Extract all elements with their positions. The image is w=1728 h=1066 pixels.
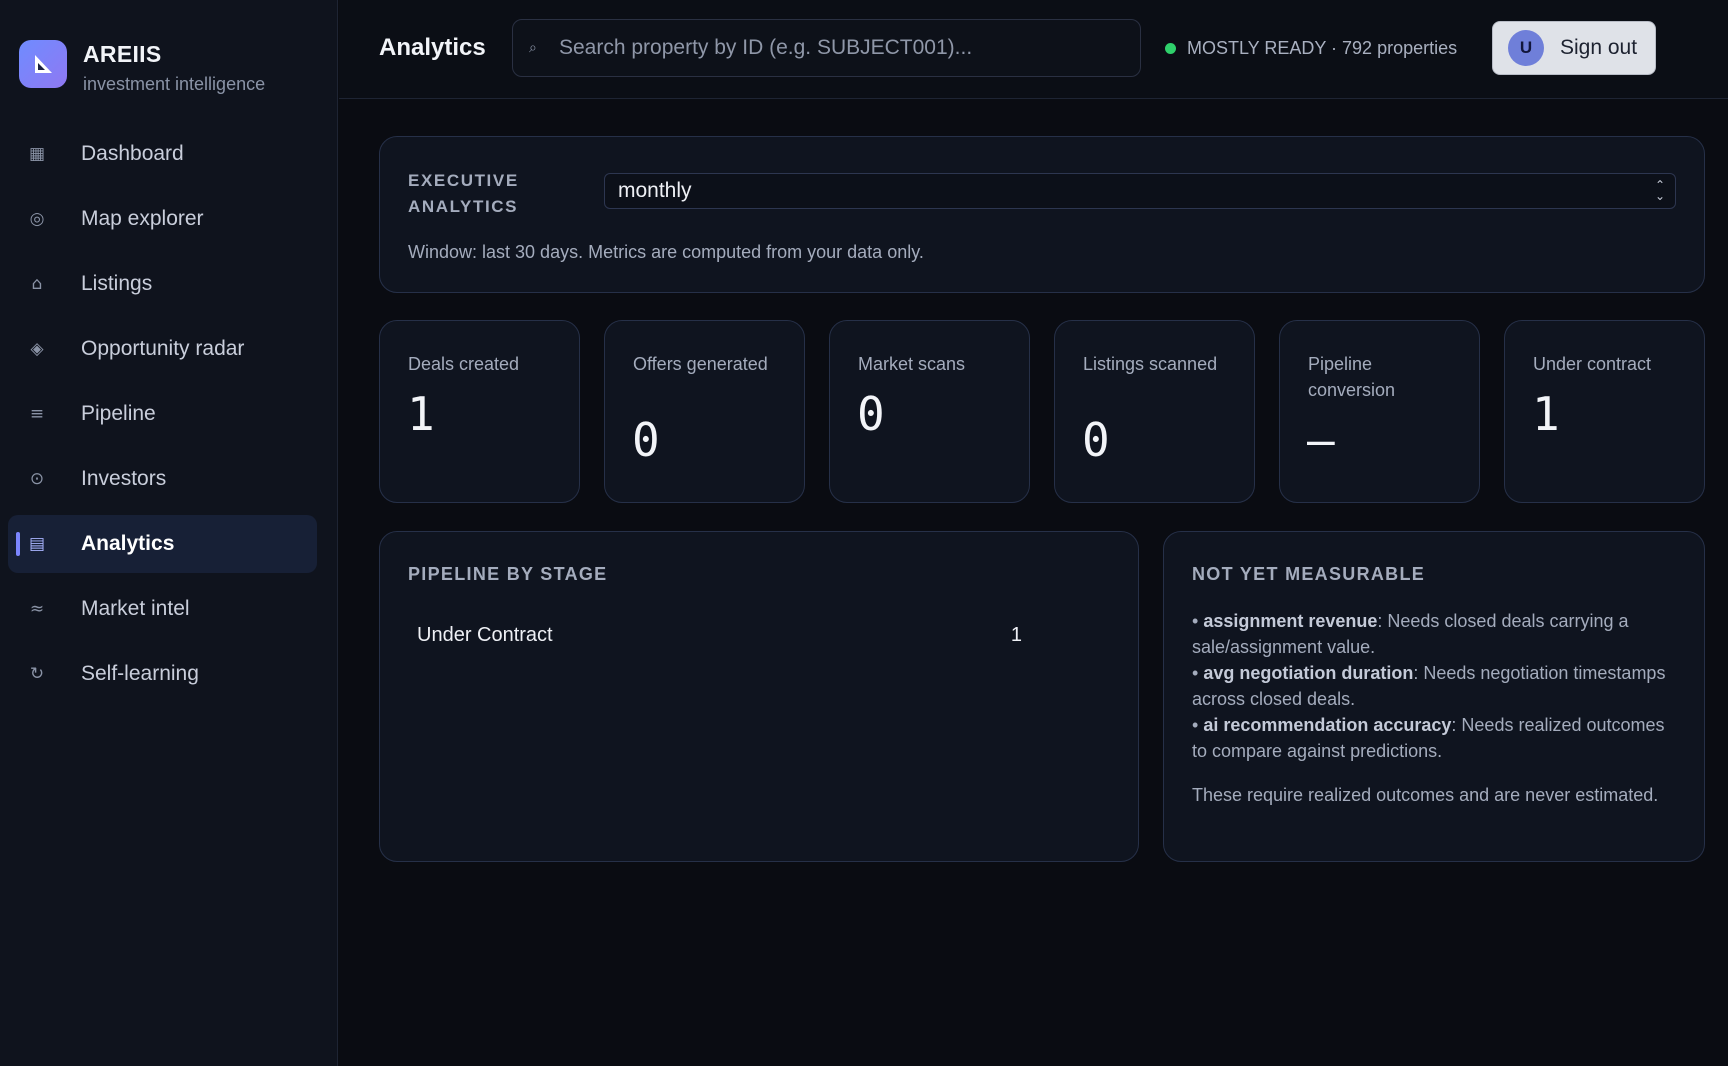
status-dot-icon xyxy=(1165,43,1176,54)
sidebar-nav: ▦ Dashboard ◎ Map explorer ⌂ Listings ◈ … xyxy=(8,125,317,710)
sidebar-item-label: Listings xyxy=(81,272,153,295)
not-yet-measurable-card: NOT YET MEASURABLE • assignment revenue:… xyxy=(1163,531,1705,862)
diamond-icon: ◈ xyxy=(30,339,44,359)
sidebar-item-investors[interactable]: ⊙ Investors xyxy=(8,450,317,508)
metric-label: Listings scanned xyxy=(1083,354,1218,374)
executive-analytics-card: EXECUTIVE ANALYTICS monthly ⌃ ⌄ Window: l… xyxy=(379,136,1705,293)
brand[interactable]: AREIIS investment intelligence xyxy=(19,40,265,95)
pipeline-by-stage-card: PIPELINE BY STAGE Under Contract 1 xyxy=(379,531,1139,862)
refresh-icon: ↻ xyxy=(29,664,45,684)
pipeline-icon: ≡ xyxy=(29,404,45,424)
analytics-icon: ▤ xyxy=(28,534,46,554)
sidebar-item-label: Market intel xyxy=(81,597,190,620)
list-item: • assignment revenue: Needs closed deals… xyxy=(1192,611,1629,657)
metric-value: 0 xyxy=(857,387,885,441)
list-item: • avg negotiation duration: Needs negoti… xyxy=(1192,663,1666,709)
status-text: MOSTLY READY · 792 properties xyxy=(1187,38,1458,58)
metric-card-listings-scanned: Listings scanned xyxy=(1054,320,1255,503)
metric-value: — xyxy=(1307,413,1335,467)
metric-value: 1 xyxy=(1532,387,1560,441)
footnote: These require realized outcomes and are … xyxy=(1192,785,1659,805)
page-title: Analytics xyxy=(379,34,486,61)
window-note: Window: last 30 days. Metrics are comput… xyxy=(408,242,924,262)
avatar: U xyxy=(1508,30,1544,66)
section-title: NOT YET MEASURABLE xyxy=(1192,564,1426,584)
measure-list: • assignment revenue: Needs closed deals… xyxy=(1192,608,1672,764)
status-indicator: MOSTLY READY · 792 properties xyxy=(1165,38,1457,59)
sidebar-item-listings[interactable]: ⌂ Listings xyxy=(8,255,317,313)
logo-icon xyxy=(19,40,67,88)
brand-tagline: investment intelligence xyxy=(83,74,266,94)
search-icon: ⌕ xyxy=(529,40,537,56)
select-arrows-icon: ⌃ ⌄ xyxy=(1654,178,1665,203)
sidebar-item-label: Investors xyxy=(81,467,167,490)
sidebar-item-dashboard[interactable]: ▦ Dashboard xyxy=(8,125,317,183)
investors-icon: ⊙ xyxy=(29,469,45,489)
stage-name: Under Contract xyxy=(417,624,553,646)
stage-row: Under Contract 1 xyxy=(417,624,1022,647)
metric-label: Market scans xyxy=(858,354,966,374)
sidebar-item-label: Pipeline xyxy=(81,402,156,425)
period-select[interactable]: monthly ⌃ ⌄ xyxy=(604,173,1676,209)
metric-label: Pipeline conversion xyxy=(1308,354,1396,400)
sign-out-button[interactable]: U Sign out xyxy=(1492,21,1656,75)
period-select-value: monthly xyxy=(618,179,692,202)
sidebar-item-market-intel[interactable]: ≈ Market intel xyxy=(8,580,317,638)
measure-name: avg negotiation duration xyxy=(1203,663,1414,683)
sidebar-item-label: Opportunity radar xyxy=(81,337,245,360)
metric-label: Offers generated xyxy=(633,354,768,374)
globe-icon: ◎ xyxy=(29,209,45,229)
sidebar-item-analytics[interactable]: ▤ Analytics xyxy=(8,515,317,573)
grid-icon: ▦ xyxy=(28,144,46,164)
metric-value: 0 xyxy=(1082,413,1110,467)
sidebar-item-label: Analytics xyxy=(81,532,175,555)
top-bar: Analytics ⌕ MOSTLY READY · 792 propertie… xyxy=(339,0,1728,99)
search-box[interactable]: ⌕ xyxy=(512,19,1141,77)
metric-card-offers-generated: Offers generated xyxy=(604,320,805,503)
sidebar: AREIIS investment intelligence ▦ Dashboa… xyxy=(0,0,338,1066)
measure-name: ai recommendation accuracy xyxy=(1203,715,1452,735)
measure-name: assignment revenue xyxy=(1203,611,1378,631)
search-input[interactable] xyxy=(559,28,1129,68)
metric-label: Under contract xyxy=(1533,354,1652,374)
sidebar-item-label: Self-learning xyxy=(81,662,199,685)
stage-count: 1 xyxy=(1010,624,1022,646)
sidebar-item-self-learning[interactable]: ↻ Self-learning xyxy=(8,645,317,703)
sign-out-label: Sign out xyxy=(1560,36,1638,59)
sidebar-item-pipeline[interactable]: ≡ Pipeline xyxy=(8,385,317,443)
sidebar-item-opportunity-radar[interactable]: ◈ Opportunity radar xyxy=(8,320,317,378)
sidebar-item-label: Map explorer xyxy=(81,207,204,230)
brand-name: AREIIS xyxy=(83,41,162,67)
sidebar-item-map-explorer[interactable]: ◎ Map explorer xyxy=(8,190,317,248)
sidebar-item-label: Dashboard xyxy=(81,142,184,165)
wave-icon: ≈ xyxy=(29,599,45,619)
metric-value: 0 xyxy=(632,413,660,467)
list-item: • ai recommendation accuracy: Needs real… xyxy=(1192,715,1665,761)
home-icon: ⌂ xyxy=(31,274,43,294)
executive-analytics-label: EXECUTIVE ANALYTICS xyxy=(408,171,519,216)
metric-label: Deals created xyxy=(408,354,520,374)
metric-card-pipeline-conversion: Pipeline conversion xyxy=(1279,320,1480,503)
metric-value: 1 xyxy=(407,387,435,441)
section-title: PIPELINE BY STAGE xyxy=(408,564,608,584)
